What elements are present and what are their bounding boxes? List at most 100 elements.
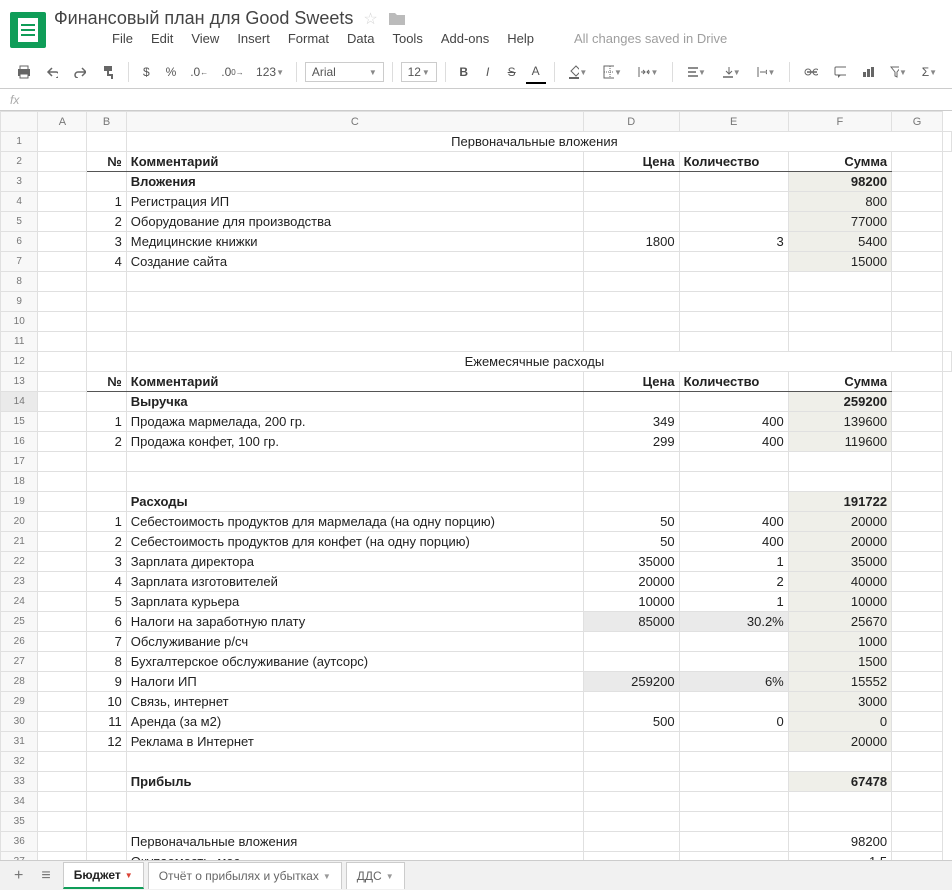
chart-icon[interactable] [856,62,880,82]
cell[interactable]: Медицинские книжки [126,232,583,252]
cell[interactable] [679,452,788,472]
cell[interactable]: 15000 [788,252,891,272]
cell[interactable] [87,832,126,852]
cell[interactable] [38,232,87,252]
cell[interactable]: 8 [87,652,126,672]
cell[interactable] [38,172,87,192]
cell[interactable] [87,472,126,492]
cell[interactable] [679,732,788,752]
cell[interactable] [38,592,87,612]
cell[interactable] [679,752,788,772]
cell[interactable] [38,332,87,352]
cell[interactable] [892,492,943,512]
more-formats[interactable]: 123 ▼ [252,61,288,83]
row-header[interactable]: 3 [1,172,38,192]
cell[interactable] [892,292,943,312]
cell[interactable] [584,652,680,672]
cell[interactable]: Цена [584,372,680,392]
cell[interactable] [584,812,680,832]
cell[interactable] [38,652,87,672]
cell[interactable]: 20000 [584,572,680,592]
row-header[interactable]: 12 [1,352,38,372]
cell[interactable]: 11 [87,712,126,732]
wrap-icon[interactable]: ▼ [751,62,782,82]
valign-icon[interactable]: ▼ [716,62,747,82]
cell[interactable]: 1 [679,592,788,612]
col-header-B[interactable]: B [87,112,126,132]
cell[interactable] [126,752,583,772]
cell[interactable]: Количество [679,372,788,392]
cell[interactable]: 10 [87,692,126,712]
col-header-corner[interactable] [1,112,38,132]
cell[interactable] [584,292,680,312]
cell[interactable] [892,712,943,732]
cell[interactable] [38,712,87,732]
cell[interactable] [38,792,87,812]
cell[interactable] [679,792,788,812]
star-icon[interactable]: ☆ [363,9,377,29]
row-header[interactable]: 18 [1,472,38,492]
cell[interactable]: 400 [679,512,788,532]
cell[interactable]: 2 [679,572,788,592]
cell[interactable] [892,572,943,592]
cell[interactable] [679,852,788,861]
cell[interactable]: № [87,372,126,392]
cell[interactable]: 800 [788,192,891,212]
row-header[interactable]: 34 [1,792,38,812]
cell[interactable] [892,812,943,832]
cell[interactable] [126,792,583,812]
row-header[interactable]: 28 [1,672,38,692]
row-header[interactable]: 23 [1,572,38,592]
cell[interactable] [892,392,943,412]
cell[interactable] [87,332,126,352]
row-header[interactable]: 27 [1,652,38,672]
row-header[interactable]: 33 [1,772,38,792]
undo-icon[interactable] [40,62,64,82]
tab-menu-icon[interactable]: ▼ [386,872,394,881]
cell[interactable] [584,452,680,472]
row-header[interactable]: 10 [1,312,38,332]
cell[interactable]: 3 [679,232,788,252]
col-header-A[interactable]: A [38,112,87,132]
cell[interactable] [584,172,680,192]
comment-icon[interactable] [828,62,852,83]
cell[interactable] [38,372,87,392]
dec-increase[interactable]: .00→ [217,61,248,83]
all-sheets-icon[interactable]: ≡ [35,867,56,885]
cell[interactable] [943,352,952,372]
cell[interactable]: Создание сайта [126,252,583,272]
sheet-tab[interactable]: ДДС▼ [346,862,405,889]
menu-insert[interactable]: Insert [237,31,270,46]
cell[interactable]: Комментарий [126,152,583,172]
menu-data[interactable]: Data [347,31,374,46]
cell[interactable]: 50 [584,532,680,552]
cell[interactable] [38,292,87,312]
cell[interactable]: 98200 [788,832,891,852]
row-header[interactable]: 31 [1,732,38,752]
row-header[interactable]: 22 [1,552,38,572]
sheet-area[interactable]: ABCDEFG1Первоначальные вложения2№Коммент… [0,111,952,860]
cell[interactable] [679,332,788,352]
cell[interactable]: 2 [87,212,126,232]
cell[interactable] [584,732,680,752]
menu-file[interactable]: File [112,31,133,46]
cell[interactable] [892,792,943,812]
cell[interactable] [584,272,680,292]
cell[interactable] [892,312,943,332]
cell[interactable]: 9 [87,672,126,692]
cell[interactable] [788,812,891,832]
row-header[interactable]: 19 [1,492,38,512]
tab-menu-icon[interactable]: ▼ [323,872,331,881]
cell[interactable] [38,192,87,212]
cell[interactable]: 3 [87,232,126,252]
cell[interactable] [87,172,126,192]
cell[interactable]: 40000 [788,572,891,592]
cell[interactable]: Обслуживание р/сч [126,632,583,652]
cell[interactable]: 35000 [584,552,680,572]
cell[interactable] [892,692,943,712]
cell[interactable] [87,772,126,792]
menu-addons[interactable]: Add-ons [441,31,489,46]
cell[interactable]: Ежемесячные расходы [126,352,942,372]
format-currency[interactable]: $ [136,61,156,83]
cell[interactable] [38,252,87,272]
